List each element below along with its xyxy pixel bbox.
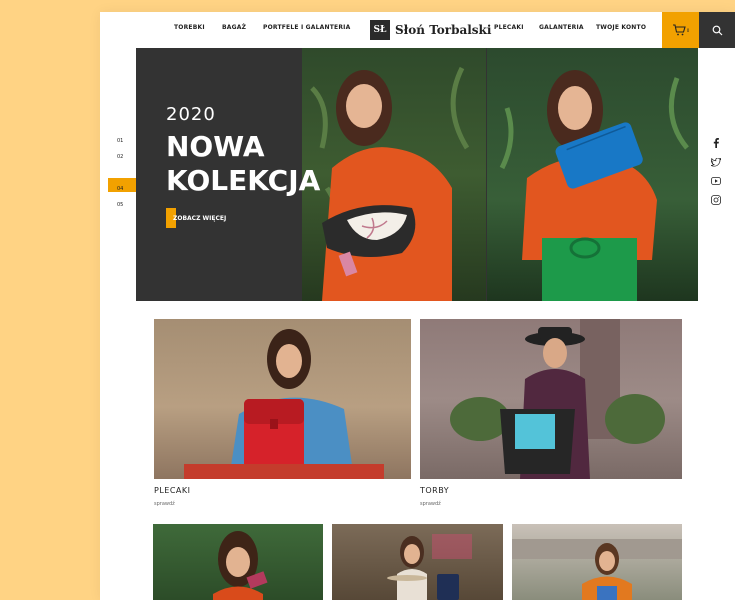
hero-title-line-1: NOWA	[166, 130, 265, 163]
card-image-bottom-2[interactable]	[332, 524, 503, 600]
card-link-torby[interactable]: sprawdź	[420, 501, 441, 507]
cart-count: 0	[686, 27, 690, 33]
nav-item-konto[interactable]: TWOJE KONTO	[596, 24, 646, 31]
card-title-torby[interactable]: TORBY	[420, 486, 449, 495]
card-image-bottom-3[interactable]	[512, 524, 682, 600]
facebook-icon[interactable]	[710, 137, 722, 149]
browser-frame: TOREBKI BAGAŻ PORTFELE I GALANTERIA SŁ S…	[100, 12, 735, 600]
slide-number-2[interactable]: 02	[117, 154, 123, 160]
logo-text: Słoń Torbalski	[395, 23, 492, 37]
model-orange-jacket-illustration	[512, 539, 682, 600]
hero-cta-button[interactable]: ZOBACZ WIĘCEJ	[166, 208, 226, 228]
slide-number-4[interactable]: 04	[117, 186, 123, 192]
card-title-plecaki[interactable]: PLECAKI	[154, 486, 191, 495]
model-wallet-illustration	[213, 531, 268, 600]
slide-number-3[interactable]: 03	[117, 170, 123, 176]
model-red-backpack-illustration	[184, 329, 384, 479]
cart-icon	[672, 24, 686, 36]
slide-number-5[interactable]: 05	[117, 202, 123, 208]
card-image-torby[interactable]	[420, 319, 682, 479]
model-luggage-illustration	[387, 534, 472, 600]
card-link-plecaki[interactable]: sprawdź	[154, 501, 175, 507]
twitter-icon[interactable]	[710, 156, 722, 168]
model-tote-bag-illustration	[450, 319, 665, 479]
search-button[interactable]	[699, 12, 735, 48]
hero-title-line-2: KOLEKCJA	[166, 164, 321, 197]
cart-button[interactable]: 0	[662, 12, 699, 48]
youtube-icon[interactable]	[710, 175, 722, 187]
logo-mark: SŁ	[370, 20, 390, 40]
logo[interactable]: SŁ Słoń Torbalski	[370, 19, 491, 41]
search-icon	[712, 25, 722, 35]
model-orange-shirt-illustration	[310, 66, 470, 301]
hero-photo-right	[487, 48, 698, 301]
nav-item-bagaz[interactable]: BAGAŻ	[222, 24, 246, 31]
hero-title: NOWA KOLEKCJA	[166, 130, 320, 198]
site-header: TOREBKI BAGAŻ PORTFELE I GALANTERIA SŁ S…	[100, 12, 735, 48]
model-blue-clutch-illustration	[499, 70, 689, 301]
nav-item-plecaki[interactable]: PLECAKI	[494, 24, 524, 31]
nav-item-portfele[interactable]: PORTFELE I GALANTERIA	[263, 24, 350, 31]
card-image-bottom-1[interactable]	[153, 524, 323, 600]
slide-number-1[interactable]: 01	[117, 138, 123, 144]
nav-item-torebki[interactable]: TOREBKI	[174, 24, 205, 31]
hero-cta-label: ZOBACZ WIĘCEJ	[173, 214, 227, 222]
hero-year: 2020	[166, 104, 216, 125]
hero-banner: 2020 NOWA KOLEKCJA ZOBACZ WIĘCEJ	[136, 48, 698, 301]
hero-photo-left	[302, 48, 486, 301]
card-image-plecaki[interactable]	[154, 319, 411, 479]
nav-item-galanteria[interactable]: GALANTERIA	[539, 24, 584, 31]
instagram-icon[interactable]	[710, 194, 722, 206]
